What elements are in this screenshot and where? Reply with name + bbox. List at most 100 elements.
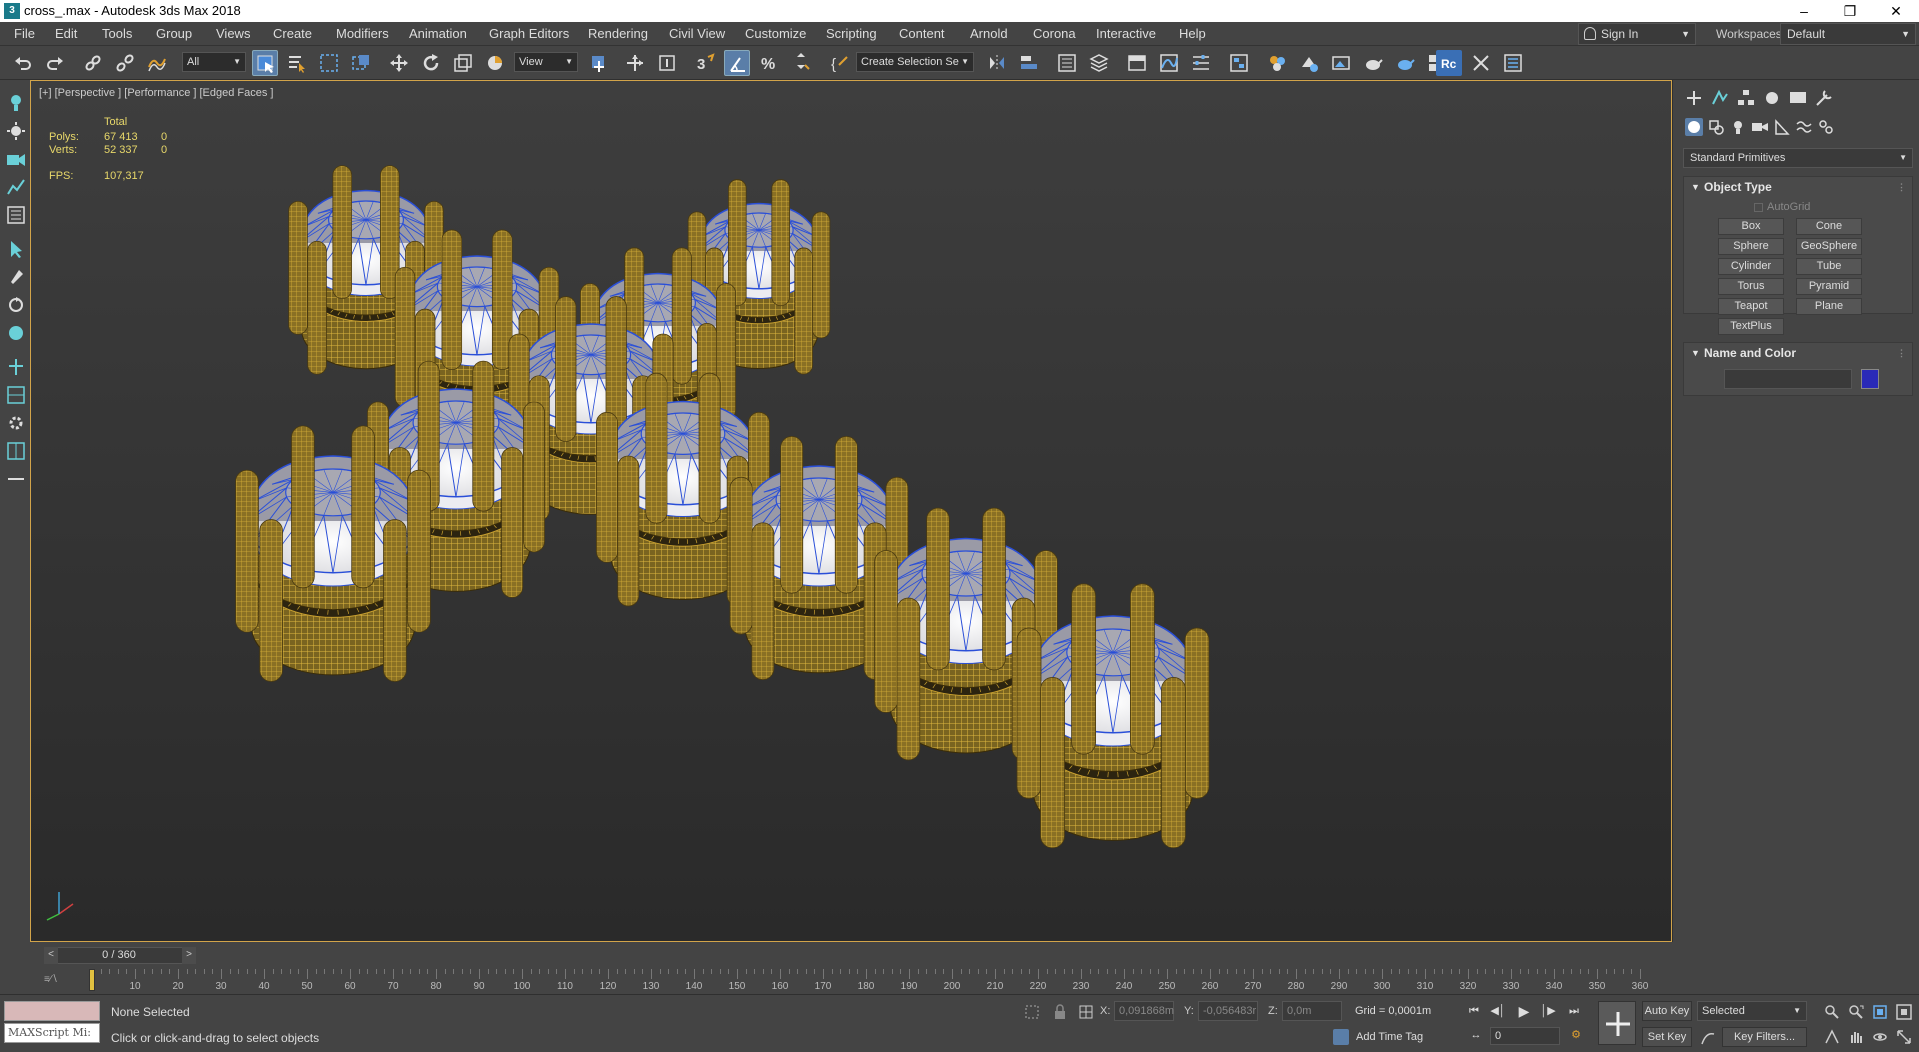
render-setup-button[interactable] [1296,50,1322,76]
object-type-header[interactable]: ▼ Object Type ⋮ [1684,177,1912,197]
align-button[interactable] [1016,50,1042,76]
zoom-extents-all-icon[interactable] [1896,1004,1912,1020]
menu-animation[interactable]: Animation [409,26,467,41]
sphere-view-icon[interactable] [5,322,27,344]
maxscript-mini-listener[interactable]: MAXScript Mi: [4,1023,100,1043]
move-button[interactable] [386,50,412,76]
a360-gallery-button[interactable]: Rc [1436,50,1462,76]
hierarchy-tab-icon[interactable] [1735,88,1757,108]
rectangular-selection-button[interactable] [316,50,342,76]
render-activeshade-button[interactable] [1392,50,1418,76]
utilities-tab-wrench-icon[interactable] [1813,88,1835,108]
mini-curve-editor-icon[interactable]: ≡∕∖ [44,974,84,985]
toggle-ribbon-button[interactable] [1124,50,1150,76]
scene-explorer-button[interactable] [1054,50,1080,76]
schematic-view-button[interactable] [1226,50,1252,76]
perspective-viewport[interactable]: [+] [Perspective ] [Performance ] [Edged… [30,80,1672,942]
sign-in-button[interactable]: Sign In ▼ [1578,23,1696,45]
auto-key-button[interactable]: Auto Key [1642,1001,1692,1021]
curve-editor-button[interactable] [1156,50,1182,76]
menu-arnold[interactable]: Arnold [970,26,1008,41]
workspace-select[interactable]: Default ▼ [1780,23,1916,45]
menu-interactive[interactable]: Interactive [1096,26,1156,41]
menu-rendering[interactable]: Rendering [588,26,648,41]
menu-graph-editors[interactable]: Graph Editors [489,26,569,41]
zoom-icon[interactable] [1824,1004,1840,1020]
teapot-button[interactable]: Teapot [1718,298,1784,315]
display-tab-icon[interactable] [1787,88,1809,108]
lights-category-icon[interactable] [1729,118,1747,136]
previous-frame-button[interactable]: < [44,947,58,964]
space-warps-category-icon[interactable] [1795,118,1813,136]
pyramid-button[interactable]: Pyramid [1796,278,1862,295]
menu-views[interactable]: Views [216,26,250,41]
go-to-start-icon[interactable]: ⏮ [1464,1001,1484,1021]
cone-button[interactable]: Cone [1796,218,1862,235]
select-by-name-button[interactable] [284,50,310,76]
menu-edit[interactable]: Edit [55,26,77,41]
edit-named-selection-button[interactable]: { [826,50,852,76]
tube-button[interactable]: Tube [1796,258,1862,275]
spinner-snap-button[interactable] [788,50,814,76]
object-color-swatch[interactable] [1861,369,1879,389]
next-key-icon[interactable]: │▶ [1538,1001,1558,1021]
layout-panel-icon[interactable] [5,384,27,406]
pan-hand-icon[interactable] [1848,1029,1864,1045]
previous-key-icon[interactable]: ◀│ [1488,1001,1508,1021]
angle-snap-button[interactable] [724,50,750,76]
scripting-tool-button[interactable] [1468,50,1494,76]
select-object-button[interactable] [252,50,278,76]
collapse-panel-icon[interactable] [5,468,27,490]
percent-snap-button[interactable]: % [756,50,782,76]
menu-civil-view[interactable]: Civil View [669,26,725,41]
layer-explorer-button[interactable] [1086,50,1112,76]
window-crossing-button[interactable] [348,50,374,76]
name-and-color-header[interactable]: ▼ Name and Color ⋮ [1684,343,1912,363]
box-button[interactable]: Box [1718,218,1784,235]
orbit-icon[interactable] [1872,1029,1888,1045]
selection-cursor-icon[interactable] [5,238,27,260]
time-tag-icon[interactable] [1333,1029,1349,1045]
plane-button[interactable]: Plane [1796,298,1862,315]
textplus-button[interactable]: TextPlus [1718,318,1784,335]
render-frame-window-button[interactable] [1328,50,1354,76]
cameras-category-icon[interactable] [1751,118,1769,136]
material-editor-button[interactable] [1264,50,1290,76]
isolate-selection-icon[interactable] [1024,1004,1040,1020]
cylinder-button[interactable]: Cylinder [1718,258,1784,275]
redo-button[interactable] [42,50,68,76]
set-key-button[interactable]: Set Key [1642,1027,1692,1047]
y-coordinate-field[interactable]: -0,056483r [1198,1001,1258,1021]
add-time-tag[interactable]: Add Time Tag [1356,1031,1423,1043]
shapes-category-icon[interactable] [1707,118,1725,136]
chart-icon[interactable] [5,176,27,198]
dope-sheet-button[interactable] [1188,50,1214,76]
camera-icon[interactable] [5,148,27,170]
scale-button[interactable] [450,50,476,76]
modify-tab-icon[interactable] [1709,88,1731,108]
lighting-icon[interactable] [5,120,27,142]
time-ruler[interactable]: 0102030405060708090100110120130140150160… [89,969,1648,994]
mirror-button[interactable] [984,50,1010,76]
create-light-icon[interactable] [5,92,27,114]
menu-group[interactable]: Group [156,26,192,41]
pivot-center-button[interactable] [586,50,612,76]
bind-space-warp-button[interactable] [144,50,170,76]
unlink-button[interactable] [112,50,138,76]
restore-button[interactable]: ❐ [1827,0,1873,22]
key-mode-dropdown[interactable]: Selected ▼ [1697,1001,1807,1021]
z-coordinate-field[interactable]: 0,0m [1282,1001,1342,1021]
undo-button[interactable] [10,50,36,76]
go-to-end-icon[interactable]: ⏭ [1564,1001,1584,1021]
menu-tools[interactable]: Tools [102,26,132,41]
maximize-viewport-icon[interactable] [1896,1029,1912,1045]
absolute-mode-icon[interactable] [1078,1004,1094,1020]
rotate-view-icon[interactable] [5,294,27,316]
reference-coordinate-dropdown[interactable]: View ▼ [514,52,578,72]
menu-modifiers[interactable]: Modifiers [336,26,389,41]
paint-icon[interactable] [5,266,27,288]
menu-customize[interactable]: Customize [745,26,806,41]
placement-button[interactable] [482,50,508,76]
create-tab-plus-icon[interactable] [1683,88,1705,108]
menu-file[interactable]: File [14,26,35,41]
